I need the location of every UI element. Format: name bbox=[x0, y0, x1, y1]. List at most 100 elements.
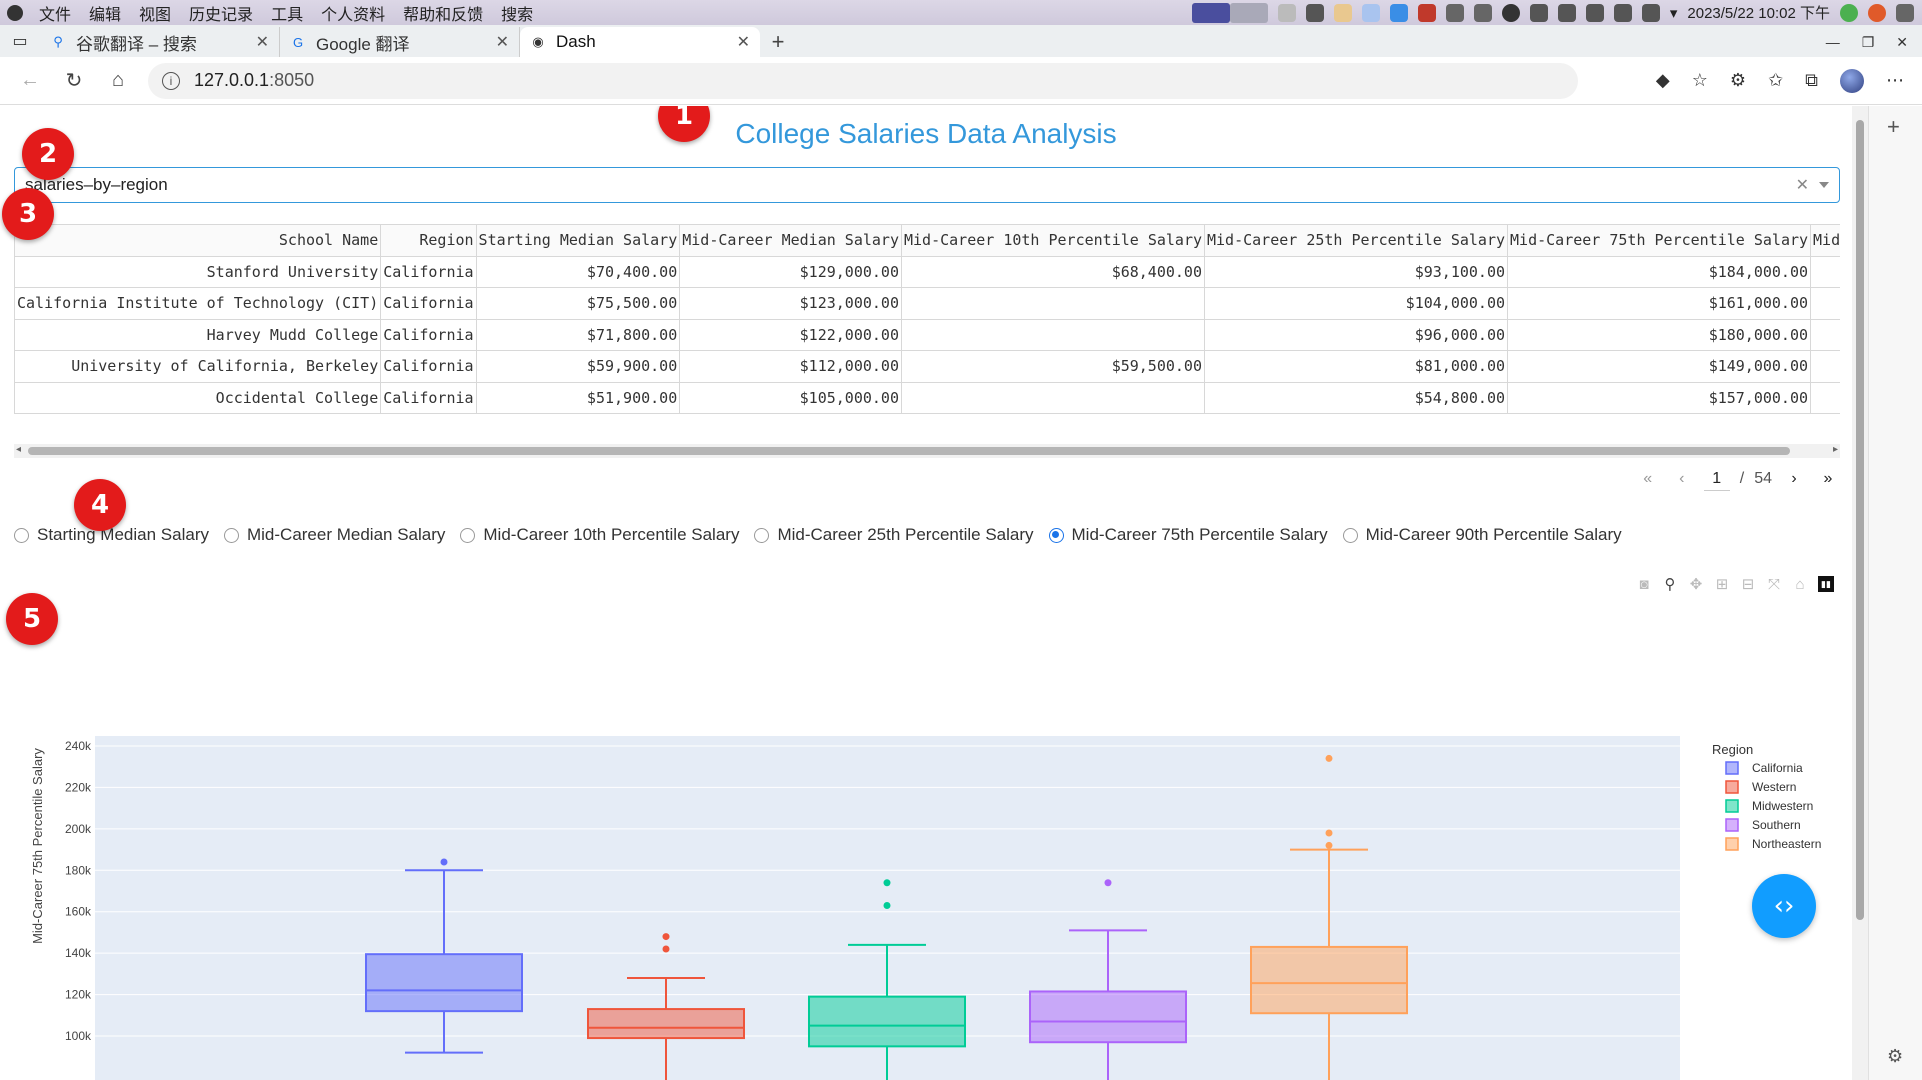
tray-app-icon[interactable] bbox=[1277, 3, 1296, 22]
menu-profile[interactable]: 个人资料 bbox=[312, 1, 394, 25]
bluetooth-icon[interactable] bbox=[1585, 3, 1604, 22]
home-icon[interactable]: ⌂ bbox=[96, 61, 140, 101]
table-cell[interactable]: University of California, Berkeley bbox=[14, 350, 382, 383]
radio-circle[interactable] bbox=[1342, 527, 1358, 543]
chevron-down-icon[interactable]: ▾ bbox=[1670, 4, 1678, 22]
page-vertical-scrollbar[interactable] bbox=[1852, 106, 1868, 1080]
settings-icon[interactable] bbox=[1896, 3, 1914, 22]
table-row[interactable]: Stanford University California $70,400.00 $… bbox=[14, 255, 1840, 288]
dash-debug-button[interactable]: ‹› bbox=[1752, 874, 1816, 938]
status-icon[interactable] bbox=[1840, 3, 1858, 22]
tag-icon[interactable]: ◆ bbox=[1656, 70, 1670, 91]
scrollbar-thumb[interactable] bbox=[1856, 120, 1864, 920]
menu-view[interactable]: 视图 bbox=[130, 1, 180, 25]
dataset-dropdown[interactable]: salaries–by–region ✕ bbox=[14, 167, 1840, 203]
zoom-icon[interactable]: ⚲ bbox=[1662, 576, 1678, 593]
table-cell[interactable]: $55,000.00 bbox=[900, 413, 1206, 414]
next-page-icon[interactable]: › bbox=[1782, 466, 1806, 492]
table-cell[interactable]: California bbox=[380, 381, 477, 414]
radio-circle[interactable] bbox=[14, 527, 29, 543]
autoscale-icon[interactable]: ⤧ bbox=[1766, 576, 1782, 593]
clock[interactable]: 2023/5/22 10:02 下午 bbox=[1687, 2, 1830, 23]
camera-icon[interactable]: ◙ bbox=[1636, 576, 1652, 593]
radio-circle[interactable] bbox=[460, 527, 476, 543]
tray-app-icon[interactable] bbox=[1389, 3, 1408, 22]
table-cell[interactable]: $178,00 bbox=[1810, 413, 1840, 414]
restore-icon[interactable]: ❐ bbox=[1862, 34, 1875, 51]
scroll-right-icon[interactable]: ▸ bbox=[1833, 444, 1838, 455]
media-play-icon[interactable] bbox=[1445, 3, 1464, 22]
table-cell[interactable]: $129,000.00 bbox=[679, 255, 902, 288]
settings-icon[interactable]: ⚙ bbox=[1887, 1046, 1903, 1067]
keyboard-icon[interactable] bbox=[1529, 3, 1548, 22]
more-menu-icon[interactable]: ⋯ bbox=[1886, 70, 1904, 91]
radio-mid-career-25th[interactable]: Mid-Career 25th Percentile Salary bbox=[754, 525, 1034, 545]
table-row[interactable]: California Institute of Technology (CIT)… bbox=[14, 287, 1840, 320]
table-cell[interactable]: $59,900.00 bbox=[475, 350, 681, 383]
table-cell[interactable]: $180,000.00 bbox=[1507, 318, 1812, 351]
power-icon[interactable] bbox=[1868, 3, 1886, 22]
tab-google-translate[interactable]: G Google 翻译 ✕ bbox=[280, 27, 520, 57]
radio-circle[interactable] bbox=[754, 527, 770, 543]
close-icon[interactable]: ✕ bbox=[496, 32, 509, 52]
table-cell[interactable]: $70,400.00 bbox=[475, 255, 681, 288]
table-cell[interactable]: Cal Poly San Luis Obispo bbox=[14, 413, 382, 414]
reload-icon[interactable]: ↻ bbox=[52, 61, 96, 101]
zoom-in-icon[interactable]: ⊞ bbox=[1714, 576, 1730, 593]
table-cell[interactable]: $101,000.00 bbox=[679, 413, 902, 414]
workspace-indicator-icon[interactable] bbox=[1229, 2, 1268, 23]
table-cell[interactable]: $51,900.00 bbox=[475, 381, 681, 414]
table-cell[interactable]: $59,500.00 bbox=[900, 350, 1206, 383]
new-tab-button[interactable]: + bbox=[760, 27, 796, 57]
table-cell[interactable]: $81,000.00 bbox=[1203, 350, 1509, 383]
notification-bell-icon[interactable] bbox=[1305, 3, 1324, 22]
menu-file[interactable]: 文件 bbox=[30, 1, 80, 25]
back-icon[interactable]: ← bbox=[8, 61, 52, 101]
close-window-icon[interactable]: ✕ bbox=[1896, 34, 1908, 51]
menu-history[interactable]: 历史记录 bbox=[180, 1, 262, 25]
tab-dash[interactable]: ◉ Dash ✕ bbox=[520, 27, 760, 57]
table-row[interactable]: Occidental College California $51,900.00 $1… bbox=[14, 381, 1840, 414]
table-cell[interactable] bbox=[1810, 287, 1840, 320]
table-cell[interactable]: $96,000.00 bbox=[1203, 318, 1509, 351]
table-cell[interactable]: $157,000.00 bbox=[1507, 381, 1812, 414]
table-horizontal-scrollbar[interactable]: ◂ ▸ bbox=[14, 444, 1840, 458]
favorites-icon[interactable]: ✩ bbox=[1768, 70, 1783, 91]
tab-actions-icon[interactable]: ▭ bbox=[0, 25, 40, 57]
minimize-icon[interactable]: — bbox=[1826, 34, 1840, 50]
table-row[interactable]: Cal Poly San Luis ObispoCalifornia$57,20… bbox=[14, 413, 1840, 414]
column-header[interactable]: Mid-Career 25th Percentile Salary bbox=[1203, 224, 1509, 257]
column-header[interactable]: Mid-Career Median Salary bbox=[679, 224, 902, 257]
os-logo-icon[interactable] bbox=[0, 0, 30, 25]
table-cell[interactable]: $257,00 bbox=[1810, 255, 1840, 288]
menu-tools[interactable]: 工具 bbox=[262, 1, 312, 25]
prev-page-icon[interactable]: ‹ bbox=[1670, 466, 1694, 492]
column-header[interactable]: Mid-Career 90th Percentile Sa bbox=[1810, 224, 1840, 257]
table-row[interactable]: Harvey Mudd College California $71,800.00 $… bbox=[14, 318, 1840, 351]
table-cell[interactable]: $105,000.00 bbox=[679, 381, 902, 414]
scrollbar-thumb[interactable] bbox=[28, 447, 1790, 455]
table-cell[interactable] bbox=[900, 318, 1206, 351]
table-cell[interactable]: $161,000.00 bbox=[1507, 287, 1812, 320]
table-cell[interactable] bbox=[1810, 381, 1840, 414]
radio-circle-selected[interactable] bbox=[1048, 527, 1064, 543]
column-header[interactable]: Region bbox=[380, 224, 477, 257]
table-cell[interactable]: $133,000.00 bbox=[1507, 413, 1812, 414]
table-cell[interactable]: $74,700.00 bbox=[1203, 413, 1509, 414]
current-page-input[interactable]: 1 bbox=[1703, 467, 1730, 491]
radio-circle[interactable] bbox=[223, 527, 239, 543]
menu-search[interactable]: 搜索 bbox=[492, 1, 542, 25]
menu-help[interactable]: 帮助和反馈 bbox=[394, 1, 492, 25]
tray-app-icon[interactable] bbox=[1417, 3, 1436, 22]
table-cell[interactable]: California bbox=[380, 350, 477, 383]
last-page-icon[interactable]: » bbox=[1816, 466, 1840, 492]
volume-icon[interactable] bbox=[1641, 3, 1660, 22]
battery-icon[interactable] bbox=[1557, 3, 1576, 22]
table-cell[interactable] bbox=[900, 381, 1206, 414]
zoom-out-icon[interactable]: ⊟ bbox=[1740, 576, 1756, 593]
table-cell[interactable]: $112,000.00 bbox=[679, 350, 902, 383]
workspace-indicator-icon[interactable] bbox=[1191, 2, 1230, 23]
favorite-star-icon[interactable]: ☆ bbox=[1692, 70, 1708, 91]
table-cell[interactable]: $68,400.00 bbox=[900, 255, 1206, 288]
table-cell[interactable]: $71,800.00 bbox=[475, 318, 681, 351]
